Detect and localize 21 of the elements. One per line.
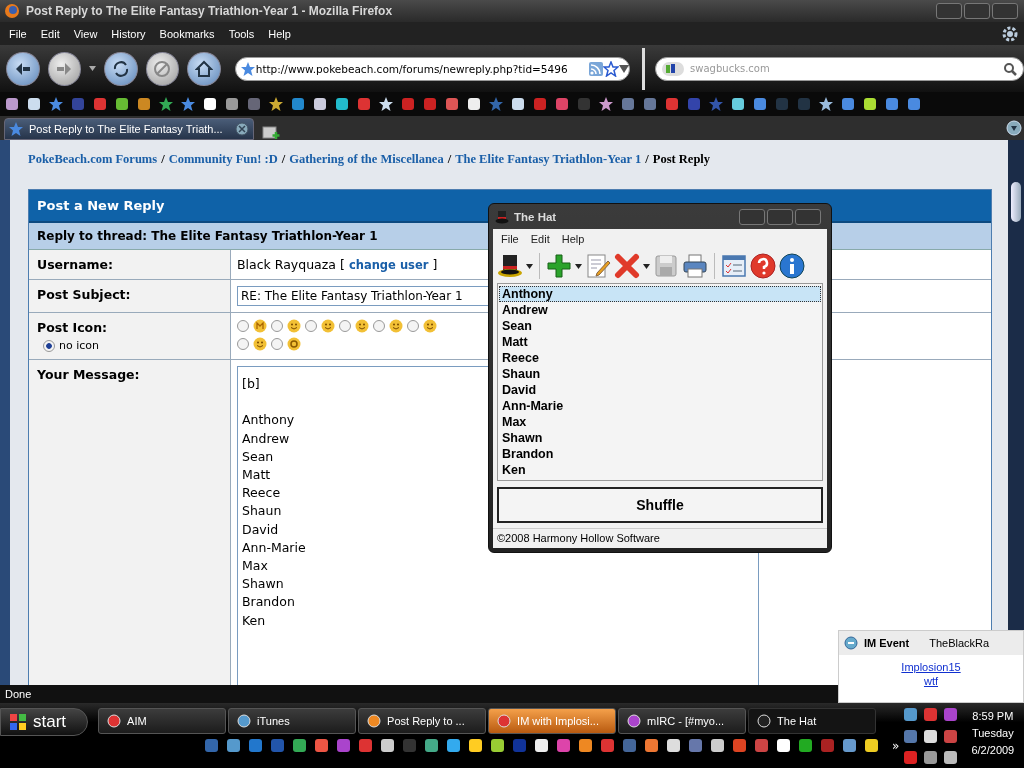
- username-text: Black Rayquaza: [237, 257, 336, 272]
- clock-day: Tuesday: [971, 727, 1014, 739]
- bracket: ]: [432, 257, 438, 272]
- status-text: ©2008 Harmony Hollow Software: [493, 528, 827, 547]
- radio-label: no icon: [59, 339, 99, 352]
- breadcrumb-current: Post Reply: [652, 152, 711, 167]
- field-label: Your Message:: [37, 367, 141, 382]
- breadcrumb-separator: /: [161, 152, 165, 167]
- window-title: Post Reply to The Elite Fantasy Triathlon-Year 1 - Mozilla Firefox: [26, 4, 393, 18]
- field-label: Post Icon:: [37, 320, 109, 335]
- clock-time: 8:59 PM: [972, 710, 1014, 722]
- breadcrumb-separator: /: [645, 152, 649, 167]
- notification-title: IM Event: [864, 637, 910, 649]
- sender-name: TheBlackRa: [929, 637, 990, 649]
- breadcrumb-separator: /: [447, 152, 452, 167]
- clock-date: 6/2/2009: [971, 744, 1015, 756]
- breadcrumb-separator: /: [281, 152, 286, 167]
- field-label: Post Subject:: [37, 287, 132, 302]
- bracket: [: [340, 257, 345, 272]
- field-label: Username:: [37, 257, 115, 272]
- window-title: The Hat: [514, 210, 557, 223]
